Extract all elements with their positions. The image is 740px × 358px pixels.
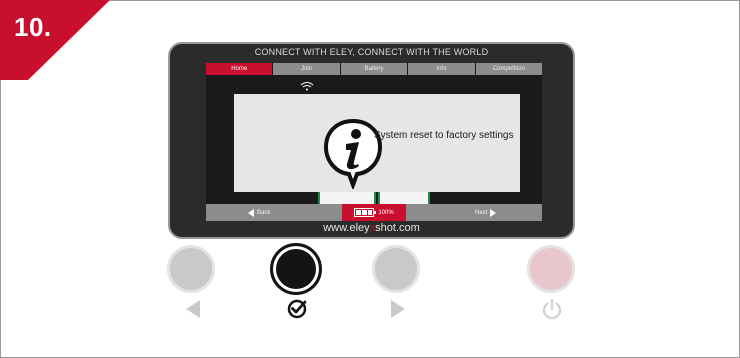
battery-percent: 100% (378, 209, 394, 216)
left-button[interactable] (167, 245, 215, 293)
step-badge: 10. (0, 0, 110, 80)
right-button[interactable] (372, 245, 420, 293)
step-number: 10. (14, 12, 52, 42)
back-button[interactable]: Back (248, 207, 270, 218)
battery-status: 100% (342, 204, 406, 221)
tab-join[interactable]: Join (273, 63, 341, 75)
device-screen: Home Join Battery Info Competition Syste… (206, 63, 542, 221)
next-button[interactable]: Next (475, 207, 497, 218)
popup-message: System reset to factory settings (374, 130, 514, 141)
confirm-button[interactable] (270, 243, 322, 295)
tab-info[interactable]: Info (408, 63, 476, 75)
screen-tabs: Home Join Battery Info Competition (206, 63, 542, 75)
device-body: CONNECT WITH ELEY, CONNECT WITH THE WORL… (168, 42, 575, 239)
status-bar: Back 100% Next (206, 204, 542, 221)
info-icon (323, 118, 383, 189)
url-prefix: www.eley (323, 222, 370, 234)
tab-competition[interactable]: Competition (475, 63, 542, 75)
triangle-right-icon (391, 300, 405, 318)
triangle-left-icon (186, 300, 200, 318)
back-arrow-icon (248, 208, 254, 217)
battery-icon (354, 208, 377, 217)
device-tagline: CONNECT WITH ELEY, CONNECT WITH THE WORL… (254, 47, 489, 57)
device-url: www.eleyxshot.com (170, 222, 573, 234)
wifi-icon (300, 82, 314, 91)
next-label: Next (475, 209, 488, 216)
checkmark-icon (287, 299, 307, 319)
power-icon (542, 298, 562, 320)
tab-battery[interactable]: Battery (340, 63, 409, 75)
reset-popup: System reset to factory settings (234, 94, 520, 192)
power-button[interactable] (527, 245, 575, 293)
url-suffix: shot.com (375, 222, 420, 234)
back-label: Back (257, 209, 271, 216)
next-arrow-icon (490, 208, 497, 217)
tab-home[interactable]: Home (206, 63, 274, 75)
